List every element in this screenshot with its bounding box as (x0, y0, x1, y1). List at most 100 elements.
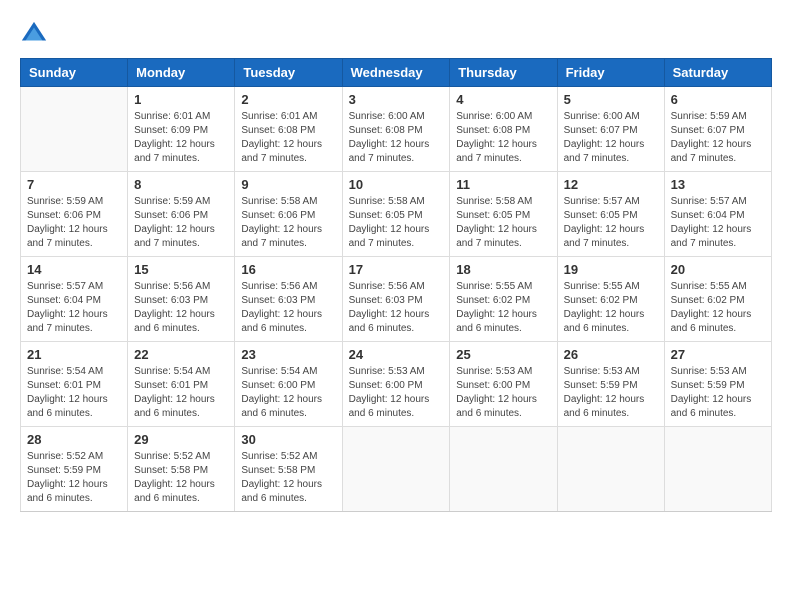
logo-icon (20, 20, 48, 48)
page-header (20, 20, 772, 48)
day-number: 19 (564, 262, 658, 277)
calendar-cell: 13 Sunrise: 5:57 AM Sunset: 6:04 PM Dayli… (664, 172, 771, 257)
day-info: Sunrise: 5:56 AM Sunset: 6:03 PM Dayligh… (241, 280, 335, 336)
day-number: 26 (564, 347, 658, 362)
calendar-week-row: 28 Sunrise: 5:52 AM Sunset: 5:59 PM Dayli… (21, 427, 772, 512)
day-info: Sunrise: 5:58 AM Sunset: 6:05 PM Dayligh… (456, 195, 550, 251)
day-number: 28 (27, 432, 121, 447)
day-number: 15 (134, 262, 228, 277)
day-info: Sunrise: 5:53 AM Sunset: 6:00 PM Dayligh… (349, 365, 444, 421)
calendar-cell: 19 Sunrise: 5:55 AM Sunset: 6:02 PM Dayli… (557, 257, 664, 342)
day-number: 12 (564, 177, 658, 192)
day-info: Sunrise: 5:54 AM Sunset: 6:01 PM Dayligh… (27, 365, 121, 421)
day-number: 30 (241, 432, 335, 447)
calendar-header-tuesday: Tuesday (235, 59, 342, 87)
calendar-cell: 21 Sunrise: 5:54 AM Sunset: 6:01 PM Dayli… (21, 342, 128, 427)
day-number: 29 (134, 432, 228, 447)
calendar-cell: 16 Sunrise: 5:56 AM Sunset: 6:03 PM Dayli… (235, 257, 342, 342)
calendar-cell (664, 427, 771, 512)
logo (20, 20, 52, 48)
day-info: Sunrise: 5:55 AM Sunset: 6:02 PM Dayligh… (456, 280, 550, 336)
day-number: 6 (671, 92, 765, 107)
day-info: Sunrise: 5:57 AM Sunset: 6:05 PM Dayligh… (564, 195, 658, 251)
calendar-header-thursday: Thursday (450, 59, 557, 87)
day-number: 14 (27, 262, 121, 277)
day-info: Sunrise: 6:01 AM Sunset: 6:09 PM Dayligh… (134, 110, 228, 166)
day-info: Sunrise: 6:00 AM Sunset: 6:08 PM Dayligh… (456, 110, 550, 166)
calendar-cell: 23Sunrise: 5:54 AM Sunset: 6:00 PM Dayli… (235, 342, 342, 427)
day-number: 4 (456, 92, 550, 107)
calendar-cell: 18 Sunrise: 5:55 AM Sunset: 6:02 PM Dayli… (450, 257, 557, 342)
day-number: 2 (241, 92, 335, 107)
calendar-cell: 5 Sunrise: 6:00 AM Sunset: 6:07 PM Daylig… (557, 87, 664, 172)
day-info: Sunrise: 5:59 AM Sunset: 6:06 PM Dayligh… (134, 195, 228, 251)
calendar-cell: 28 Sunrise: 5:52 AM Sunset: 5:59 PM Dayli… (21, 427, 128, 512)
calendar-header-friday: Friday (557, 59, 664, 87)
day-info: Sunrise: 6:00 AM Sunset: 6:07 PM Dayligh… (564, 110, 658, 166)
calendar-cell: 17 Sunrise: 5:56 AM Sunset: 6:03 PM Dayli… (342, 257, 450, 342)
day-info: Sunrise: 5:59 AM Sunset: 6:06 PM Dayligh… (27, 195, 121, 251)
calendar-cell: 6 Sunrise: 5:59 AM Sunset: 6:07 PM Daylig… (664, 87, 771, 172)
calendar-cell: 7 Sunrise: 5:59 AM Sunset: 6:06 PM Daylig… (21, 172, 128, 257)
day-info: Sunrise: 6:01 AM Sunset: 6:08 PM Dayligh… (241, 110, 335, 166)
day-number: 8 (134, 177, 228, 192)
calendar-header-saturday: Saturday (664, 59, 771, 87)
calendar-cell (557, 427, 664, 512)
day-number: 21 (27, 347, 121, 362)
day-number: 27 (671, 347, 765, 362)
day-info: Sunrise: 5:57 AM Sunset: 6:04 PM Dayligh… (671, 195, 765, 251)
calendar-week-row: 14 Sunrise: 5:57 AM Sunset: 6:04 PM Dayli… (21, 257, 772, 342)
day-number: 1 (134, 92, 228, 107)
calendar-cell: 12 Sunrise: 5:57 AM Sunset: 6:05 PM Dayli… (557, 172, 664, 257)
day-info: Sunrise: 5:54 AM Sunset: 6:01 PM Dayligh… (134, 365, 228, 421)
day-number: 16 (241, 262, 335, 277)
day-number: 3 (349, 92, 444, 107)
calendar-cell: 30Sunrise: 5:52 AM Sunset: 5:58 PM Dayli… (235, 427, 342, 512)
day-number: 10 (349, 177, 444, 192)
day-number: 5 (564, 92, 658, 107)
calendar-cell (21, 87, 128, 172)
calendar-cell: 8 Sunrise: 5:59 AM Sunset: 6:06 PM Daylig… (128, 172, 235, 257)
calendar-cell: 27 Sunrise: 5:53 AM Sunset: 5:59 PM Dayli… (664, 342, 771, 427)
calendar-cell: 20 Sunrise: 5:55 AM Sunset: 6:02 PM Dayli… (664, 257, 771, 342)
calendar-week-row: 7 Sunrise: 5:59 AM Sunset: 6:06 PM Daylig… (21, 172, 772, 257)
day-number: 18 (456, 262, 550, 277)
day-info: Sunrise: 5:58 AM Sunset: 6:06 PM Dayligh… (241, 195, 335, 251)
calendar-cell: 4 Sunrise: 6:00 AM Sunset: 6:08 PM Daylig… (450, 87, 557, 172)
calendar-header-monday: Monday (128, 59, 235, 87)
day-number: 7 (27, 177, 121, 192)
calendar-cell: 24 Sunrise: 5:53 AM Sunset: 6:00 PM Dayli… (342, 342, 450, 427)
day-info: Sunrise: 5:53 AM Sunset: 6:00 PM Dayligh… (456, 365, 550, 421)
day-info: Sunrise: 5:52 AM Sunset: 5:59 PM Dayligh… (27, 450, 121, 506)
day-number: 25 (456, 347, 550, 362)
calendar-cell: 15 Sunrise: 5:56 AM Sunset: 6:03 PM Dayli… (128, 257, 235, 342)
calendar: SundayMondayTuesdayWednesdayThursdayFrid… (20, 58, 772, 512)
calendar-cell: 26Sunrise: 5:53 AM Sunset: 5:59 PM Dayli… (557, 342, 664, 427)
day-info: Sunrise: 5:52 AM Sunset: 5:58 PM Dayligh… (134, 450, 228, 506)
calendar-cell: 22 Sunrise: 5:54 AM Sunset: 6:01 PM Dayli… (128, 342, 235, 427)
calendar-cell: 14 Sunrise: 5:57 AM Sunset: 6:04 PM Dayli… (21, 257, 128, 342)
day-info: Sunrise: 6:00 AM Sunset: 6:08 PM Dayligh… (349, 110, 444, 166)
calendar-week-row: 21 Sunrise: 5:54 AM Sunset: 6:01 PM Dayli… (21, 342, 772, 427)
day-info: Sunrise: 5:56 AM Sunset: 6:03 PM Dayligh… (349, 280, 444, 336)
day-info: Sunrise: 5:54 AM Sunset: 6:00 PM Dayligh… (241, 365, 335, 421)
day-info: Sunrise: 5:55 AM Sunset: 6:02 PM Dayligh… (564, 280, 658, 336)
day-number: 9 (241, 177, 335, 192)
day-number: 24 (349, 347, 444, 362)
day-number: 17 (349, 262, 444, 277)
calendar-header-row: SundayMondayTuesdayWednesdayThursdayFrid… (21, 59, 772, 87)
day-info: Sunrise: 5:53 AM Sunset: 5:59 PM Dayligh… (671, 365, 765, 421)
day-info: Sunrise: 5:59 AM Sunset: 6:07 PM Dayligh… (671, 110, 765, 166)
calendar-cell: 2 Sunrise: 6:01 AM Sunset: 6:08 PM Daylig… (235, 87, 342, 172)
calendar-header-sunday: Sunday (21, 59, 128, 87)
day-info: Sunrise: 5:57 AM Sunset: 6:04 PM Dayligh… (27, 280, 121, 336)
calendar-cell: 9 Sunrise: 5:58 AM Sunset: 6:06 PM Daylig… (235, 172, 342, 257)
day-number: 13 (671, 177, 765, 192)
day-number: 22 (134, 347, 228, 362)
calendar-cell: 11Sunrise: 5:58 AM Sunset: 6:05 PM Dayli… (450, 172, 557, 257)
calendar-cell: 1 Sunrise: 6:01 AM Sunset: 6:09 PM Daylig… (128, 87, 235, 172)
day-info: Sunrise: 5:55 AM Sunset: 6:02 PM Dayligh… (671, 280, 765, 336)
day-info: Sunrise: 5:56 AM Sunset: 6:03 PM Dayligh… (134, 280, 228, 336)
calendar-cell: 10Sunrise: 5:58 AM Sunset: 6:05 PM Dayli… (342, 172, 450, 257)
day-number: 20 (671, 262, 765, 277)
